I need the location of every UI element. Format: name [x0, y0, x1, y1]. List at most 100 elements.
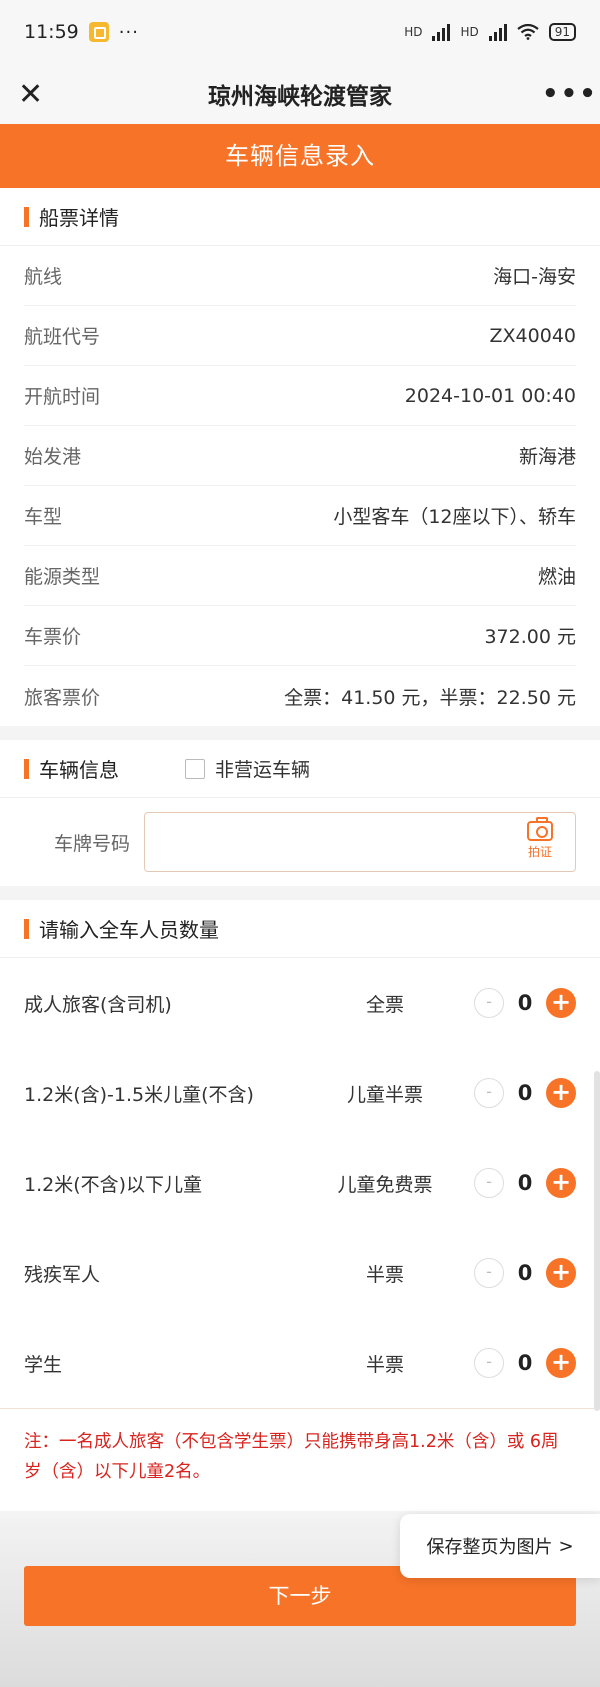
increment-button[interactable]: +: [546, 1348, 576, 1378]
save-page-label: 保存整页为图片: [426, 1537, 553, 1558]
decrement-button[interactable]: -: [474, 1078, 504, 1108]
detail-row-passenger-fare: 旅客票价 全票：41.50 元，半票：22.50 元: [24, 666, 576, 726]
nav-bar: ✕ 琼州海峡轮渡管家 •••: [0, 64, 600, 124]
increment-button[interactable]: +: [546, 1078, 576, 1108]
signal-icon-1: [432, 23, 451, 41]
battery-indicator: 91: [548, 23, 576, 41]
vehicle-info-section: 车辆信息 非营运车辆 车牌号码 拍证: [0, 740, 600, 886]
ticket-type: 儿童免费票: [337, 1173, 433, 1196]
section-divider: [0, 886, 600, 900]
ticket-type: 儿童半票: [346, 1083, 423, 1106]
quantity-value: 0: [517, 991, 533, 1015]
detail-row-vehicle-type: 车型 小型客车（12座以下）、轿车: [24, 486, 576, 546]
detail-value: 燃油: [537, 566, 576, 588]
plate-number-label: 车牌号码: [53, 832, 130, 855]
plate-number-row: 车牌号码 拍证: [0, 798, 600, 886]
detail-value: 新海港: [518, 446, 576, 468]
more-notifications-icon: ···: [118, 21, 139, 43]
decrement-button[interactable]: -: [474, 988, 504, 1018]
non-commercial-toggle[interactable]: 非营运车辆: [185, 755, 310, 782]
decrement-button[interactable]: -: [474, 1348, 504, 1378]
more-icon[interactable]: •••: [542, 79, 596, 109]
passenger-row-child-half: 1.2米(含)-1.5米儿童(不含) 儿童半票 - 0 +: [0, 1048, 600, 1138]
status-bar: 11:59 ··· HD HD 91: [0, 0, 600, 64]
quantity-stepper: - 0 +: [450, 1168, 576, 1198]
passenger-category: 学生: [24, 1353, 63, 1376]
passenger-count-title: 请输入全车人员数量: [39, 918, 219, 942]
passenger-row-disabled-veteran: 残疾军人 半票 - 0 +: [0, 1228, 600, 1318]
section-marker: [24, 758, 29, 779]
vehicle-info-title: 车辆信息: [39, 758, 119, 782]
quantity-stepper: - 0 +: [450, 1348, 576, 1378]
hd-label-1: HD: [404, 25, 423, 39]
plate-number-field-wrap: 拍证: [144, 812, 576, 872]
section-divider: [0, 726, 600, 740]
ticket-type: 半票: [365, 1353, 404, 1376]
detail-value: ZX40040: [489, 324, 576, 347]
quantity-stepper: - 0 +: [450, 988, 576, 1018]
chevron-right-icon: >: [558, 1535, 574, 1557]
passenger-row-adult: 成人旅客(含司机) 全票 - 0 +: [0, 958, 600, 1048]
detail-row-vehicle-fare: 车票价 372.00 元: [24, 606, 576, 666]
app-notification-icon: [88, 22, 109, 42]
passenger-category: 成人旅客(含司机): [24, 993, 172, 1016]
detail-label: 车型: [24, 506, 63, 528]
detail-row-flight-code: 航班代号 ZX40040: [24, 306, 576, 366]
increment-button[interactable]: +: [546, 1258, 576, 1288]
passenger-category: 1.2米(不含)以下儿童: [24, 1173, 203, 1196]
wifi-icon: [517, 24, 539, 40]
vehicle-info-header: 车辆信息 非营运车辆: [0, 740, 600, 798]
scrollbar[interactable]: [594, 1071, 600, 1411]
close-icon[interactable]: ✕: [18, 77, 58, 112]
passenger-row-student: 学生 半票 - 0 +: [0, 1318, 600, 1408]
page-banner: 车辆信息录入: [0, 124, 600, 188]
passenger-category: 1.2米(含)-1.5米儿童(不含): [24, 1083, 254, 1106]
detail-label: 航班代号: [24, 326, 101, 348]
quantity-stepper: - 0 +: [450, 1258, 576, 1288]
detail-value: 海口-海安: [493, 266, 576, 288]
detail-value: 2024-10-01 00:40: [404, 384, 576, 407]
quantity-value: 0: [517, 1171, 533, 1195]
signal-icon-2: [488, 23, 507, 41]
photo-capture-label: 拍证: [527, 845, 552, 859]
detail-label: 始发港: [24, 446, 82, 468]
quantity-value: 0: [517, 1261, 533, 1285]
detail-label: 车票价: [24, 626, 82, 648]
ticket-type: 全票: [365, 993, 404, 1016]
detail-row-departure-port: 始发港 新海港: [24, 426, 576, 486]
increment-button[interactable]: +: [546, 1168, 576, 1198]
status-right: HD HD 91: [404, 23, 576, 41]
status-left: 11:59 ···: [24, 21, 139, 43]
plate-number-input[interactable]: [145, 813, 489, 871]
section-marker: [24, 206, 29, 227]
quantity-value: 0: [517, 1351, 533, 1375]
photo-capture-button[interactable]: 拍证: [527, 817, 553, 860]
ticket-details-header: 船票详情: [0, 188, 600, 246]
detail-label: 能源类型: [24, 566, 101, 588]
detail-value: 全票：41.50 元，半票：22.50 元: [284, 686, 576, 709]
decrement-button[interactable]: -: [474, 1168, 504, 1198]
detail-value: 小型客车（12座以下）、轿车: [333, 506, 576, 528]
detail-row-route: 航线 海口-海安: [24, 246, 576, 306]
ticket-details-title: 船票详情: [39, 206, 119, 230]
decrement-button[interactable]: -: [474, 1258, 504, 1288]
status-time: 11:59: [24, 21, 79, 43]
detail-label: 旅客票价: [24, 686, 101, 709]
camera-icon: [527, 817, 553, 841]
quantity-value: 0: [517, 1081, 533, 1105]
detail-row-energy-type: 能源类型 燃油: [24, 546, 576, 606]
quantity-stepper: - 0 +: [450, 1078, 576, 1108]
non-commercial-label: 非营运车辆: [215, 759, 311, 781]
increment-button[interactable]: +: [546, 988, 576, 1018]
ticket-details-section: 船票详情 航线 海口-海安 航班代号 ZX40040 开航时间 2024-10-…: [0, 188, 600, 726]
non-commercial-checkbox[interactable]: [185, 758, 205, 779]
section-marker: [24, 918, 29, 939]
detail-row-departure-time: 开航时间 2024-10-01 00:40: [24, 366, 576, 426]
passenger-count-section: 请输入全车人员数量 成人旅客(含司机) 全票 - 0 + 1.2米(含)-1.5…: [0, 900, 600, 1511]
ticket-type: 半票: [365, 1263, 404, 1286]
hd-label-2: HD: [460, 25, 479, 39]
save-page-as-image-button[interactable]: 保存整页为图片 >: [400, 1514, 600, 1578]
page-title: 琼州海峡轮渡管家: [208, 84, 392, 110]
detail-value: 372.00 元: [484, 626, 576, 648]
passenger-count-header: 请输入全车人员数量: [0, 900, 600, 958]
